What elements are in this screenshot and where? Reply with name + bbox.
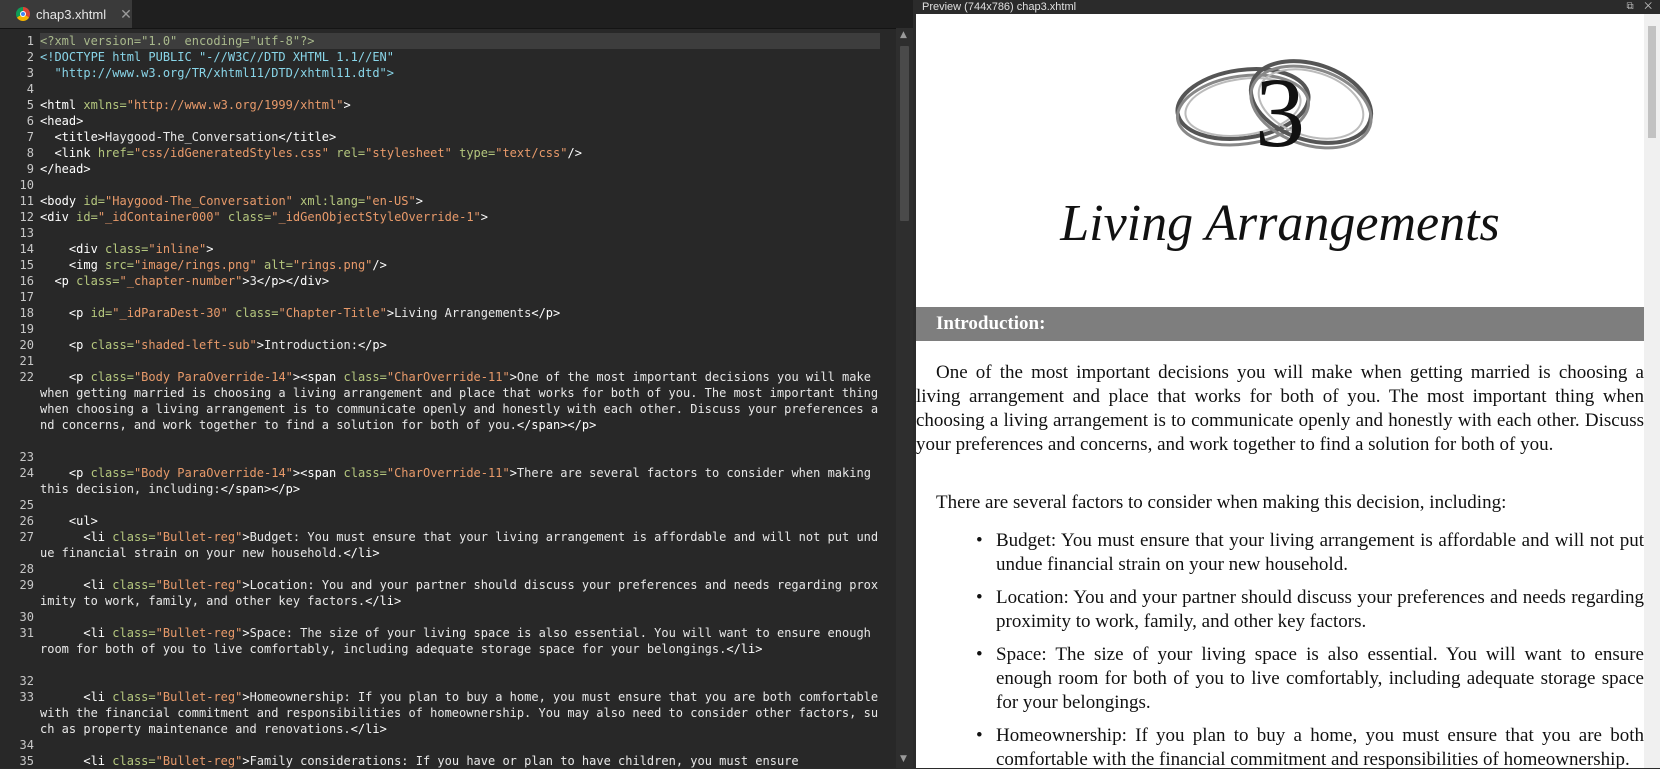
preview-titlebar: Preview (744x786) chap3.xhtml ⧉ ✕ bbox=[916, 0, 1660, 14]
line-number: 22 bbox=[19, 370, 34, 384]
intro-heading-bar: Introduction: bbox=[916, 307, 1644, 341]
list-item: Budget: You must ensure that your living… bbox=[966, 529, 1644, 577]
scrollbar-thumb[interactable] bbox=[1648, 26, 1656, 138]
line-number: 13 bbox=[19, 226, 34, 240]
body-paragraph: One of the most important decisions you … bbox=[916, 362, 1644, 455]
close-icon[interactable]: ✕ bbox=[120, 6, 132, 23]
code-line[interactable] bbox=[40, 561, 880, 577]
code-line[interactable]: <img src="image/rings.png" alt="rings.pn… bbox=[40, 257, 880, 273]
code-line[interactable] bbox=[40, 321, 880, 337]
line-number: 28 bbox=[19, 562, 34, 576]
code-line[interactable]: <div id="_idContainer000" class="_idGenO… bbox=[40, 209, 880, 225]
code-line[interactable]: <li class="Bullet-reg">Homeownership: If… bbox=[40, 689, 880, 737]
code-line[interactable]: <li class="Bullet-reg">Family considerat… bbox=[40, 753, 880, 769]
line-number: 33 bbox=[19, 690, 34, 704]
scroll-down-icon[interactable]: ▼ bbox=[900, 754, 907, 764]
intro-heading: Introduction: bbox=[936, 313, 1046, 334]
line-number: 18 bbox=[19, 306, 34, 320]
line-number: 27 bbox=[19, 530, 34, 544]
scroll-up-icon[interactable]: ▲ bbox=[900, 30, 907, 40]
code-line[interactable]: <!DOCTYPE html PUBLIC "-//W3C//DTD XHTML… bbox=[40, 49, 880, 65]
code-line[interactable] bbox=[40, 673, 880, 689]
line-number: 19 bbox=[19, 322, 34, 336]
code-line[interactable]: <li class="Bullet-reg">Location: You and… bbox=[40, 577, 880, 609]
line-number: 2 bbox=[26, 50, 34, 64]
code-line[interactable]: <p id="_idParaDest-30" class="Chapter-Ti… bbox=[40, 305, 880, 321]
code-line[interactable]: </head> bbox=[40, 161, 880, 177]
preview-page: 3 Living Arrangements Introduction: One … bbox=[916, 14, 1644, 768]
line-number: 15 bbox=[19, 258, 34, 272]
code-line[interactable]: <p class="_chapter-number">3</p></div> bbox=[40, 273, 880, 289]
code-line[interactable]: <p class="Body ParaOverride-14"><span cl… bbox=[40, 465, 880, 497]
line-number: 30 bbox=[19, 610, 34, 624]
line-number: 8 bbox=[26, 146, 34, 160]
factors-list: Budget: You must ensure that your living… bbox=[966, 529, 1644, 768]
code-line[interactable]: <ul> bbox=[40, 513, 880, 529]
code-line[interactable] bbox=[40, 609, 880, 625]
line-number: 21 bbox=[19, 354, 34, 368]
chrome-icon bbox=[16, 7, 30, 21]
preview-pane: Preview (744x786) chap3.xhtml ⧉ ✕ 3 Livi… bbox=[916, 0, 1660, 768]
tab-chap3[interactable]: chap3.xhtml ✕ bbox=[0, 0, 132, 28]
line-number: 26 bbox=[19, 514, 34, 528]
line-number: 3 bbox=[26, 66, 34, 80]
chapter-number: 3 bbox=[1255, 57, 1305, 168]
code-line[interactable]: <li class="Bullet-reg">Space: The size o… bbox=[40, 625, 880, 657]
code-line[interactable] bbox=[40, 225, 880, 241]
line-number: 9 bbox=[26, 162, 34, 176]
line-number: 31 bbox=[19, 626, 34, 640]
line-number: 11 bbox=[19, 194, 34, 208]
code-line[interactable]: <?xml version="1.0" encoding="utf-8"?> bbox=[40, 33, 880, 49]
code-line[interactable] bbox=[40, 353, 880, 369]
line-number: 35 bbox=[19, 754, 34, 768]
line-number: 20 bbox=[19, 338, 34, 352]
line-number: 25 bbox=[19, 498, 34, 512]
code-line[interactable]: <li class="Bullet-reg">Budget: You must … bbox=[40, 529, 880, 561]
line-number: 12 bbox=[19, 210, 34, 224]
body-paragraph: There are several factors to consider wh… bbox=[936, 492, 1507, 513]
preview-title: Preview (744x786) chap3.xhtml bbox=[922, 1, 1077, 13]
code-line[interactable] bbox=[40, 449, 880, 465]
scrollbar-thumb[interactable] bbox=[900, 46, 909, 221]
line-number: 7 bbox=[26, 130, 34, 144]
list-item: Location: You and your partner should di… bbox=[966, 586, 1644, 634]
code-line[interactable] bbox=[40, 737, 880, 753]
line-number: 1 bbox=[26, 34, 34, 48]
line-number: 23 bbox=[19, 450, 34, 464]
code-line[interactable]: <html xmlns="http://www.w3.org/1999/xhtm… bbox=[40, 97, 880, 113]
list-item: Homeownership: If you plan to buy a home… bbox=[966, 724, 1644, 768]
list-item: Space: The size of your living space is … bbox=[966, 643, 1644, 715]
code-line[interactable] bbox=[40, 81, 880, 97]
code-line[interactable] bbox=[40, 497, 880, 513]
code-line[interactable]: <p class="Body ParaOverride-14"><span cl… bbox=[40, 369, 880, 433]
code-line[interactable]: <div class="inline"> bbox=[40, 241, 880, 257]
line-number: 6 bbox=[26, 114, 34, 128]
line-number: 17 bbox=[19, 290, 34, 304]
window-buttons[interactable]: ⧉ ✕ bbox=[1626, 0, 1656, 14]
code-line[interactable]: <head> bbox=[40, 113, 880, 129]
line-number: 4 bbox=[26, 82, 34, 96]
code-line[interactable]: "http://www.w3.org/TR/xhtml11/DTD/xhtml1… bbox=[40, 65, 880, 81]
code-line[interactable]: <body id="Haygood-The_Conversation" xml:… bbox=[40, 193, 880, 209]
preview-scrollbar[interactable] bbox=[1644, 14, 1660, 768]
code-line[interactable]: <p class="shaded-left-sub">Introduction:… bbox=[40, 337, 880, 353]
code-editor[interactable]: chap3.xhtml ✕ 1 2 3 4 5 6 7 8 9 10 11 12 13 14 15 16 17 1… bbox=[0, 0, 913, 768]
code-line[interactable]: <title>Haygood-The_Conversation</title> bbox=[40, 129, 880, 145]
code-line[interactable]: <link href="css/idGeneratedStyles.css" r… bbox=[40, 145, 880, 161]
line-number: 34 bbox=[19, 738, 34, 752]
line-number: 16 bbox=[19, 274, 34, 288]
code-line[interactable] bbox=[40, 289, 880, 305]
editor-scrollbar[interactable]: ▲ ▼ bbox=[896, 28, 913, 768]
tab-label: chap3.xhtml bbox=[36, 6, 107, 22]
line-number: 24 bbox=[19, 466, 34, 480]
tab-bar: chap3.xhtml ✕ bbox=[0, 0, 913, 29]
line-number: 14 bbox=[19, 242, 34, 256]
code-line[interactable] bbox=[40, 177, 880, 193]
line-number: 29 bbox=[19, 578, 34, 592]
chapter-title: Living Arrangements bbox=[1060, 195, 1500, 252]
line-number: 32 bbox=[19, 674, 34, 688]
line-number: 5 bbox=[26, 98, 34, 112]
line-number: 10 bbox=[19, 178, 34, 192]
